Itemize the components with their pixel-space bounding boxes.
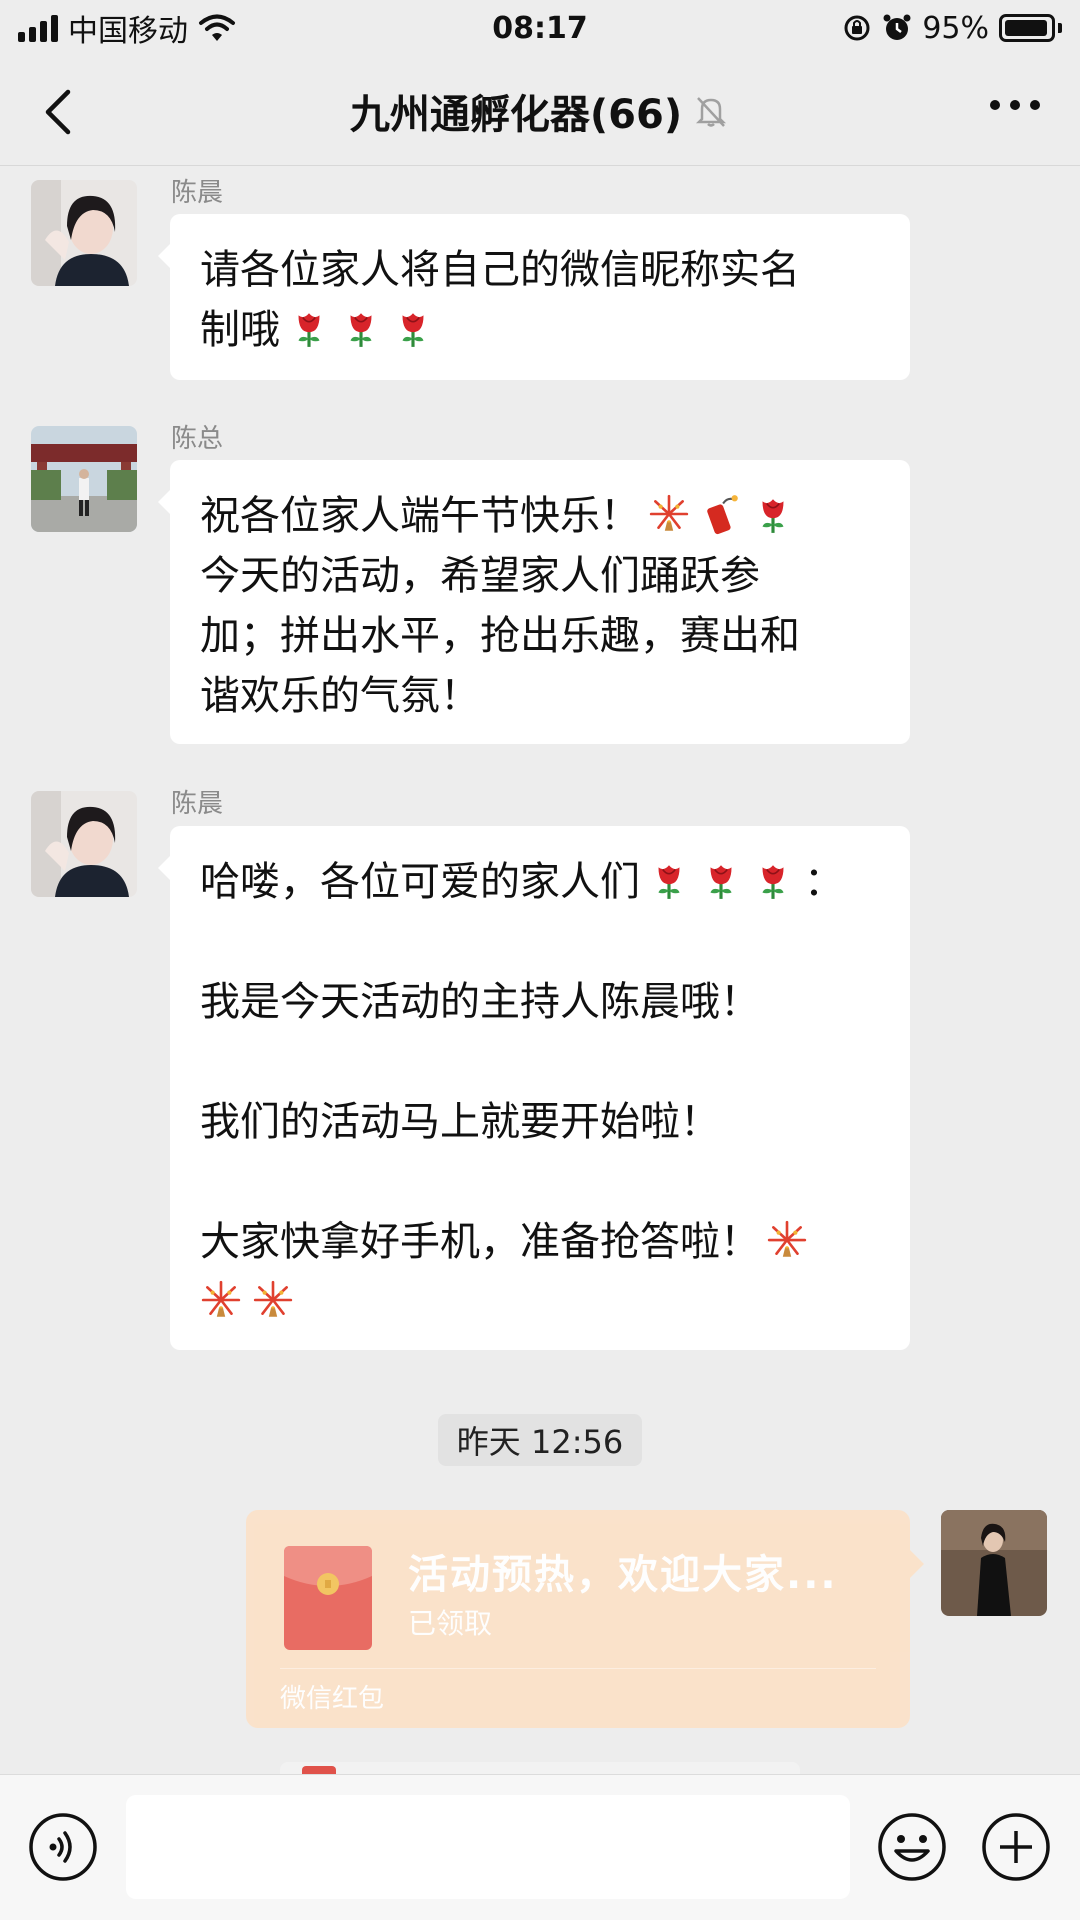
- rose-emoji: [648, 859, 690, 901]
- chevron-left-icon[interactable]: [38, 88, 78, 136]
- alarm-icon: [883, 14, 911, 40]
- rotation-lock-icon: [844, 15, 870, 41]
- rose-emoji: [340, 307, 382, 349]
- message-text: 我们的活动马上就要开始啦！: [200, 1099, 720, 1145]
- message-text: 祝各位家人端午节快乐！: [200, 493, 640, 539]
- carrier-label: 中国移动: [68, 14, 188, 49]
- firecracker-emoji: [700, 493, 742, 535]
- red-envelope-icon: [284, 1546, 372, 1650]
- avatar[interactable]: [941, 1510, 1047, 1616]
- sender-name: 陈晨: [171, 178, 224, 208]
- rose-emoji: [752, 859, 794, 901]
- battery-icon: [999, 14, 1062, 42]
- message-text: 哈喽，各位可爱的家人们: [200, 859, 640, 905]
- voice-icon[interactable]: [27, 1811, 99, 1883]
- avatar[interactable]: [31, 791, 137, 897]
- fireworks-emoji: [200, 1279, 242, 1321]
- wifi-icon: [199, 14, 235, 41]
- divider: [280, 1668, 876, 1669]
- rose-emoji: [700, 859, 742, 901]
- avatar[interactable]: [31, 180, 137, 286]
- rose-emoji: [752, 493, 794, 535]
- plus-icon[interactable]: [980, 1811, 1052, 1883]
- time-divider: 昨天 12:56: [438, 1414, 642, 1466]
- message-text: ：: [804, 859, 844, 905]
- fireworks-emoji: [648, 493, 690, 535]
- rose-emoji: [392, 307, 434, 349]
- red-packet-card[interactable]: 活动预热，欢迎大家... 已领取 微信红包: [246, 1510, 924, 1728]
- bell-muted-icon: [696, 96, 727, 127]
- red-packet-status: 已领取: [408, 1607, 493, 1640]
- message-text: 制哦: [200, 307, 280, 353]
- fireworks-emoji: [766, 1219, 808, 1261]
- status-bar: 中国移动 08:17 95%: [0, 0, 1080, 56]
- message-text: 谐欢乐的气氛！: [200, 673, 480, 719]
- message-text: 加；拼出水平，抢出乐趣，赛出和: [200, 613, 800, 659]
- sender-name: 陈总: [171, 424, 224, 454]
- fireworks-emoji: [252, 1279, 294, 1321]
- message-text: 请各位家人将自己的微信昵称实名: [200, 247, 800, 293]
- message-bubble[interactable]: 哈喽，各位可爱的家人们 ： 我是今天活动的主持人陈晨哦！ 我们的活动马上就要开始啦…: [158, 826, 910, 1350]
- sender-name: 陈晨: [171, 789, 224, 819]
- chat-header: 九州通孵化器(66): [0, 56, 1080, 166]
- rose-emoji: [288, 307, 330, 349]
- emoji-icon[interactable]: [876, 1811, 948, 1883]
- chat-title: 九州通孵化器(66): [349, 91, 683, 138]
- avatar[interactable]: [31, 426, 137, 532]
- message-bubble[interactable]: 祝各位家人端午节快乐！ 今天的活动，希望家人们踊跃参 加；拼出水平，抢出乐趣，赛…: [158, 460, 910, 744]
- red-packet-title: 活动预热，欢迎大家...: [408, 1552, 838, 1598]
- message-bubble[interactable]: 请各位家人将自己的微信昵称实名 制哦: [158, 214, 910, 380]
- message-text: 大家快拿好手机，准备抢答啦！: [200, 1219, 760, 1265]
- red-packet-label: 微信红包: [280, 1684, 385, 1714]
- message-text: 我是今天活动的主持人陈晨哦！: [200, 979, 760, 1025]
- message-text: 今天的活动，希望家人们踊跃参: [200, 553, 760, 599]
- battery-percent: 95%: [922, 10, 989, 46]
- input-bar: [0, 1774, 1080, 1920]
- message-input[interactable]: [126, 1795, 850, 1899]
- signal-icon: [18, 14, 58, 42]
- more-icon[interactable]: [990, 100, 1040, 110]
